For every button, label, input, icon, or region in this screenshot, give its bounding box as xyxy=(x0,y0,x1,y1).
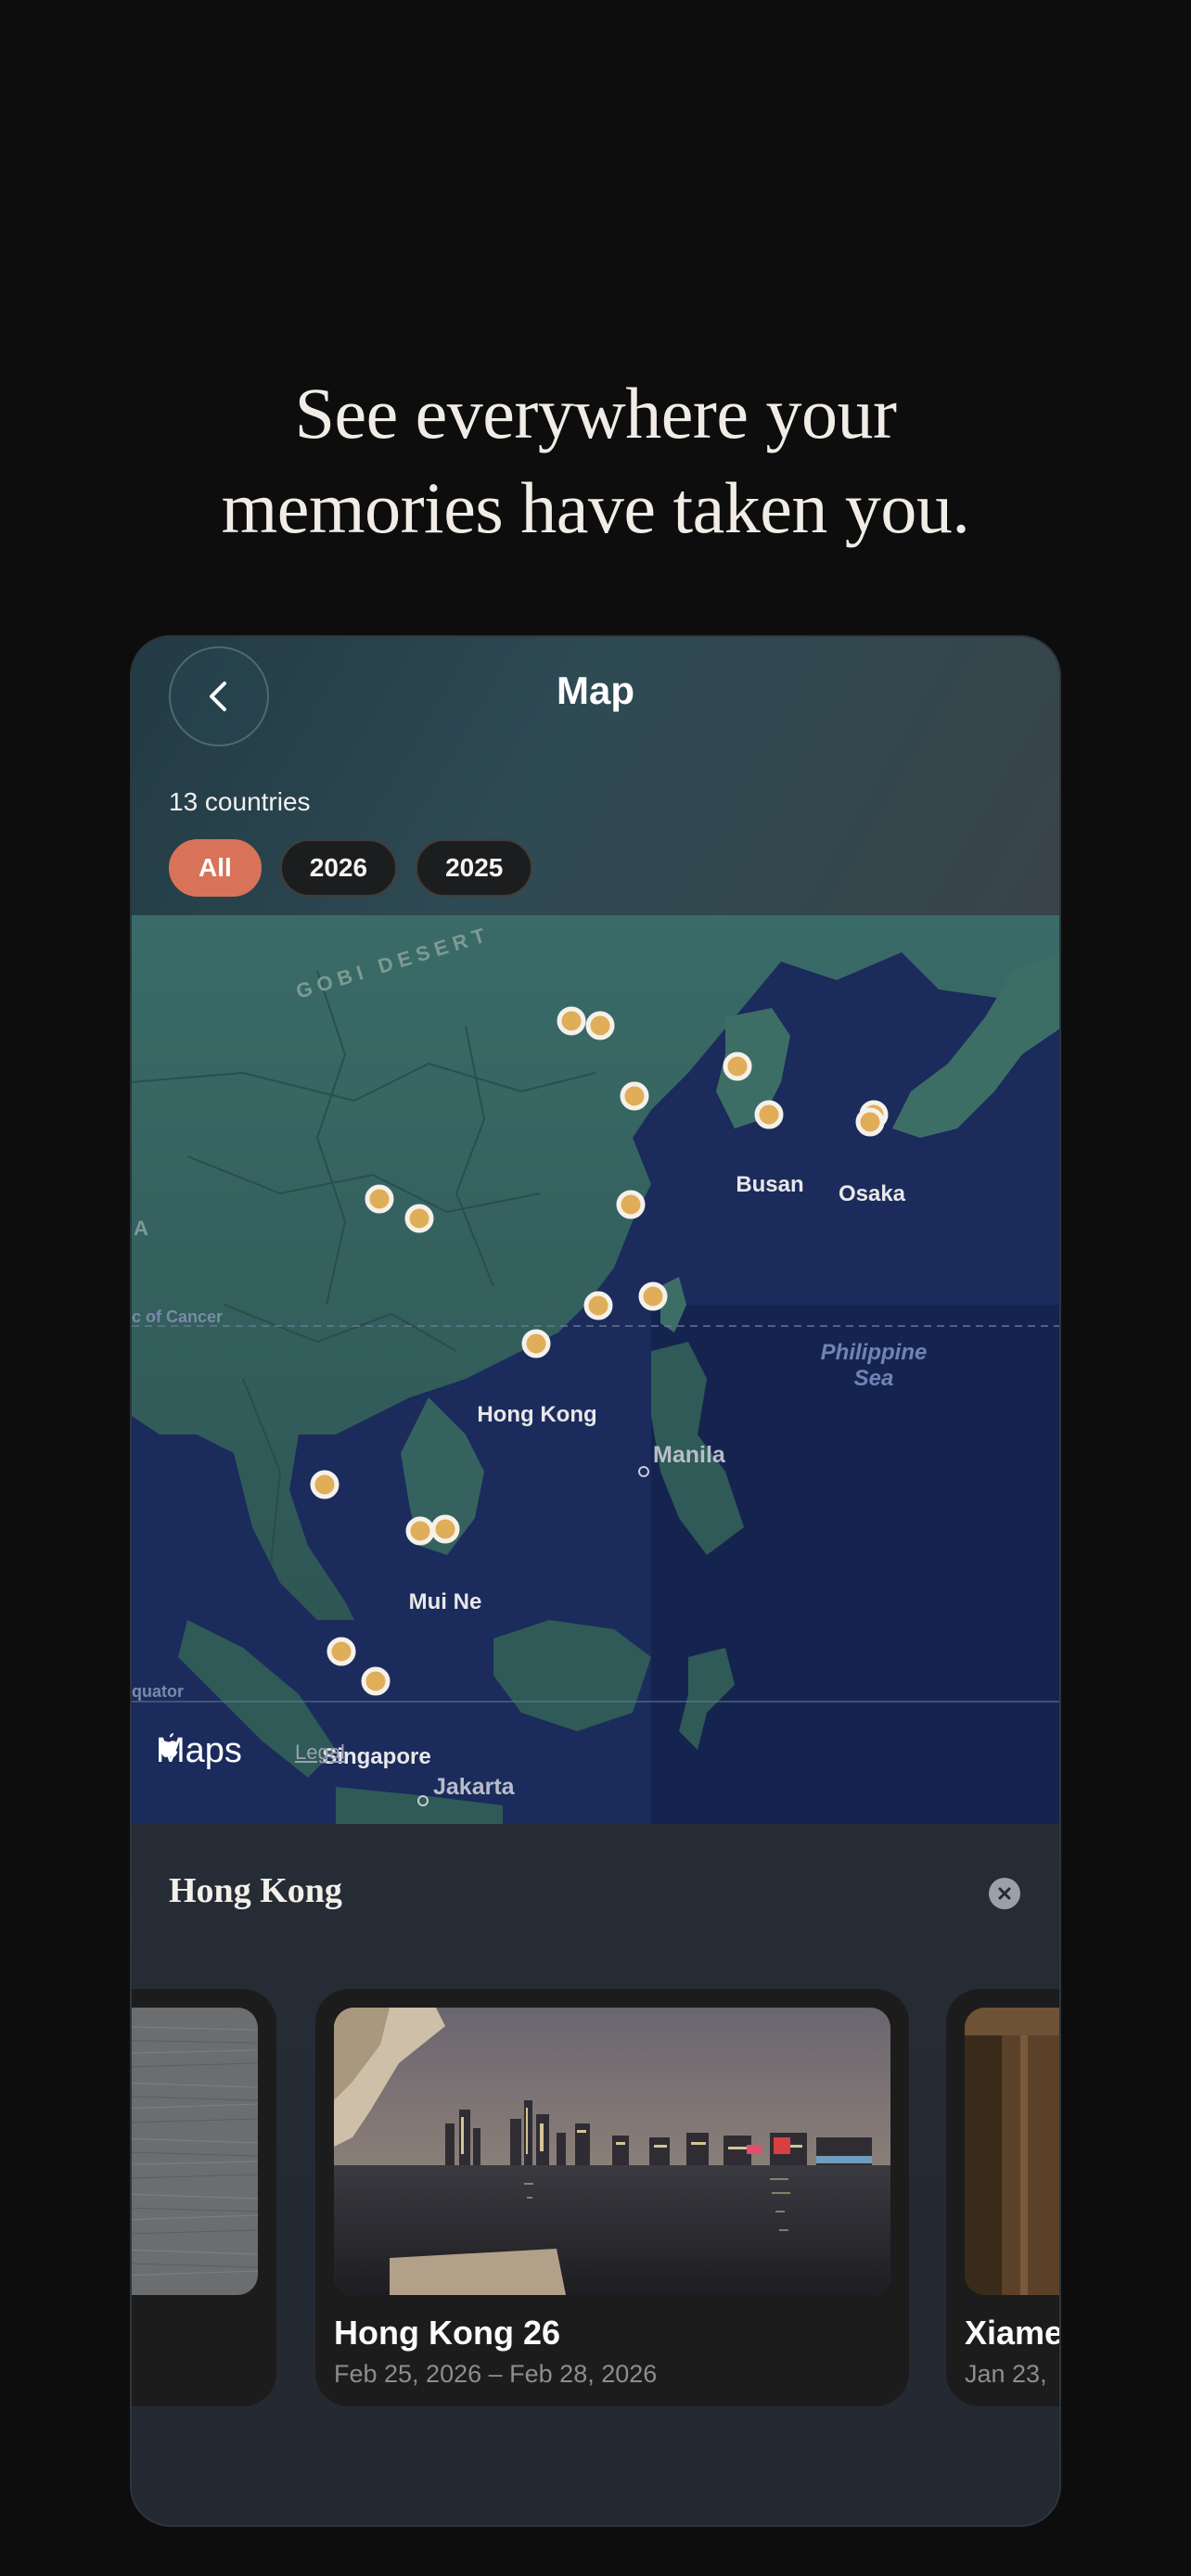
map-canvas: GOBI DESERT A c of Cancer quator Philipp… xyxy=(132,915,1059,1824)
busan-label: Busan xyxy=(736,1172,803,1197)
map-pin xyxy=(361,1666,391,1696)
map-pin xyxy=(620,1081,649,1111)
map-pin xyxy=(557,1006,586,1036)
headline-line-2: memories have taken you. xyxy=(221,467,970,548)
map-pin xyxy=(310,1470,339,1499)
equator-label: quator xyxy=(132,1682,184,1701)
location-title: Hong Kong xyxy=(169,1871,342,1910)
tropic-label: c of Cancer xyxy=(132,1307,223,1326)
map-pin xyxy=(855,1107,885,1137)
map-pin xyxy=(404,1204,434,1233)
map-pin xyxy=(638,1282,668,1311)
filter-all-chip[interactable]: All xyxy=(169,839,262,897)
map-pin xyxy=(583,1291,613,1320)
manila-label: Manila xyxy=(653,1442,726,1468)
map-pin xyxy=(585,1011,615,1040)
map-pin xyxy=(365,1184,394,1214)
card-photo xyxy=(132,2008,258,2295)
mui-ne-label: Mui Ne xyxy=(409,1589,482,1614)
hong-kong-label: Hong Kong xyxy=(477,1402,596,1427)
card-date: Jan 23, xyxy=(965,2360,1047,2388)
card-title: Xiame xyxy=(965,2314,1061,2352)
app-screen: Map 13 countries All 2026 2025 GOBI DESE… xyxy=(130,635,1061,2527)
card-date: Feb 25, 2026 – Feb 28, 2026 xyxy=(334,2360,658,2388)
map-pin xyxy=(521,1329,551,1358)
filter-2026-chip[interactable]: 2026 xyxy=(279,839,398,897)
map-pin xyxy=(723,1052,752,1081)
philippine-sea-label-1: Philippine xyxy=(821,1340,928,1365)
page-title: Map xyxy=(557,669,634,712)
close-icon xyxy=(998,1887,1011,1900)
osaka-label: Osaka xyxy=(839,1181,906,1206)
memory-card[interactable]: Xiame Jan 23, xyxy=(946,1989,1061,2406)
map-pin xyxy=(327,1637,356,1666)
jakarta-label: Jakarta xyxy=(433,1774,516,1800)
close-button[interactable] xyxy=(989,1878,1020,1909)
map-pin xyxy=(405,1516,435,1546)
filter-2025-chip[interactable]: 2025 xyxy=(416,839,533,897)
headline: See everywhere your memories have taken … xyxy=(0,366,1191,555)
edge-label-a: A xyxy=(134,1217,148,1240)
memory-card[interactable] xyxy=(132,1989,276,2406)
apple-maps-attribution[interactable]: Maps xyxy=(156,1731,242,1771)
countries-count: 13 countries xyxy=(169,787,311,816)
legal-link[interactable]: Legal xyxy=(295,1741,345,1765)
card-title: Hong Kong 26 xyxy=(334,2314,560,2352)
map-pin xyxy=(616,1190,646,1219)
card-photo xyxy=(965,2008,1059,2295)
map-header: Map 13 countries All 2026 2025 xyxy=(132,637,1059,915)
year-filter: All 2026 2025 xyxy=(169,839,533,897)
map-pin xyxy=(430,1514,460,1544)
card-photo xyxy=(334,2008,890,2295)
memory-card-hong-kong-26[interactable]: Hong Kong 26 Feb 25, 2026 – Feb 28, 2026 xyxy=(315,1989,909,2406)
headline-line-1: See everywhere your xyxy=(294,373,897,453)
apple-logo-icon xyxy=(160,1733,178,1757)
philippine-sea-label-2: Sea xyxy=(854,1366,894,1391)
map-view[interactable]: GOBI DESERT A c of Cancer quator Philipp… xyxy=(132,915,1059,1824)
map-pin xyxy=(754,1100,784,1129)
location-sheet: Hong Kong Hong Kong 26 Feb 25, 2026 – Fe… xyxy=(132,1824,1061,2525)
